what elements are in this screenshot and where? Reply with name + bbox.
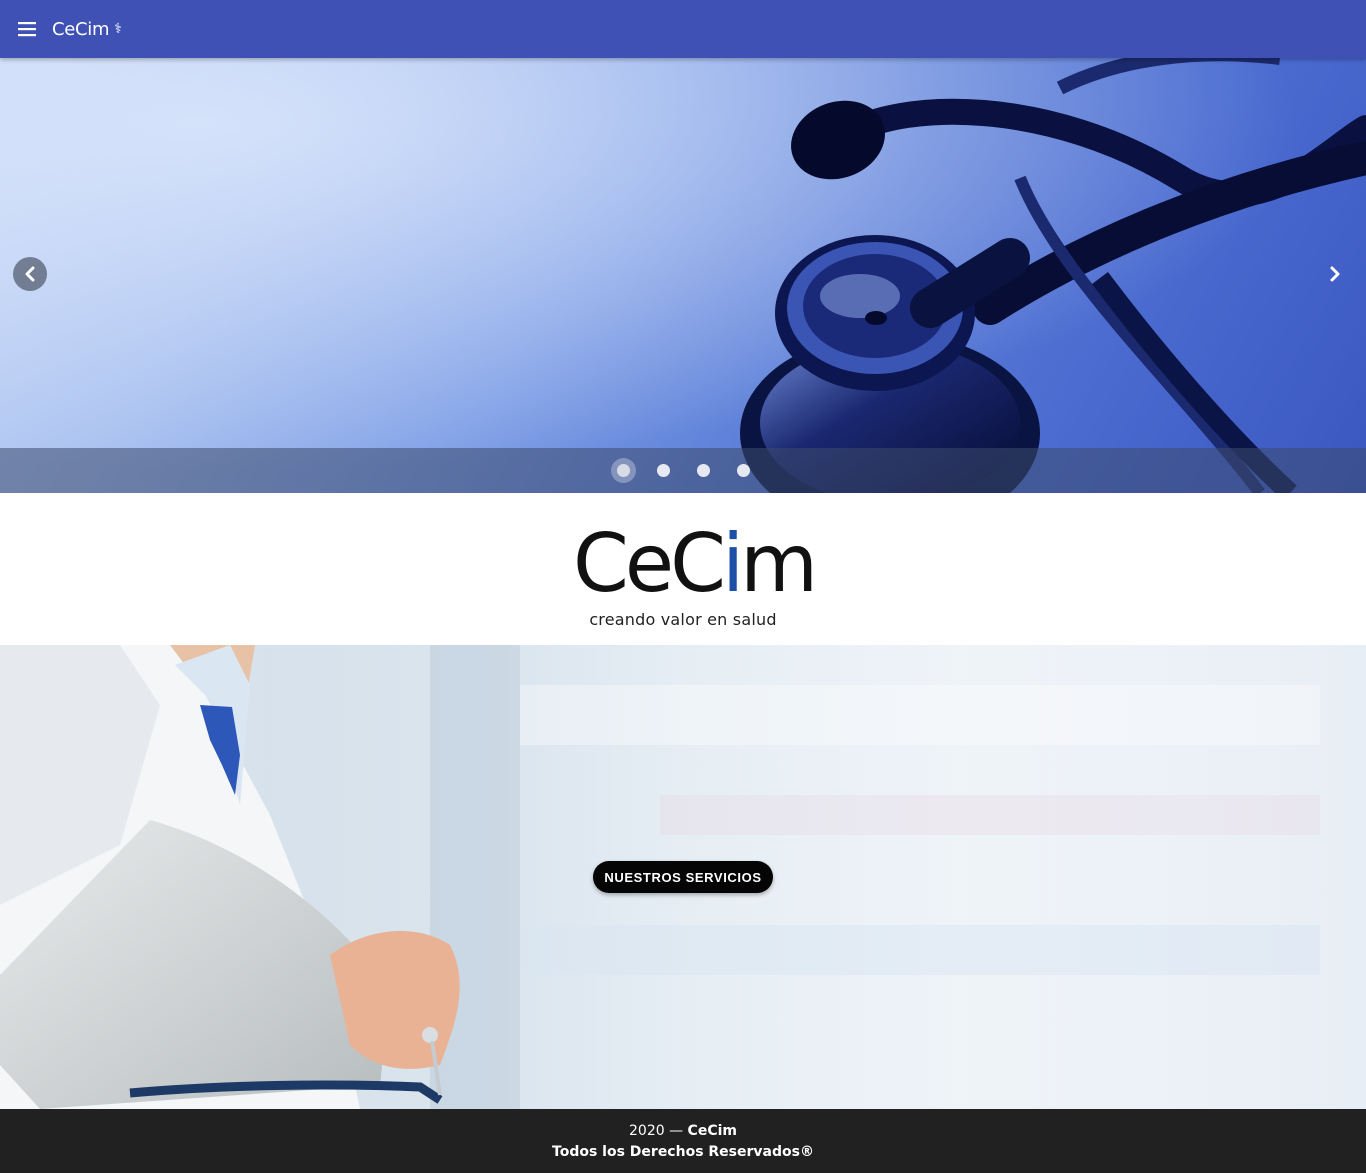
carousel-dot-1[interactable]	[603, 448, 643, 493]
our-services-button[interactable]: NUESTROS SERVICIOS	[593, 861, 773, 893]
logo-word-part1: CeC	[573, 517, 726, 610]
app-title-text: CeCim	[52, 18, 110, 40]
carousel-prev-button[interactable]	[13, 257, 47, 291]
dot-icon	[736, 464, 750, 477]
dot-icon	[656, 464, 670, 477]
carousel-dot-4[interactable]	[723, 448, 763, 493]
logo-section: CeCim creando valor en salud	[0, 493, 1366, 645]
carousel-dot-2[interactable]	[643, 448, 683, 493]
menu-icon	[18, 22, 36, 37]
logo-word-part3: m	[740, 517, 818, 610]
logo-tagline: creando valor en salud	[589, 610, 777, 629]
image-carousel	[0, 58, 1366, 493]
cecim-logo: CeCim creando valor en salud	[573, 514, 818, 629]
footer: 2020 — CeCim Todos los Derechos Reservad…	[0, 1109, 1366, 1173]
stethoscope-image	[0, 58, 1366, 493]
logo-word-accent: i	[721, 517, 744, 610]
carousel-dot-3[interactable]	[683, 448, 723, 493]
app-title[interactable]: CeCim ⚕	[52, 19, 122, 40]
hero-section: NUESTROS SERVICIOS	[0, 645, 1366, 1109]
carousel-next-button[interactable]	[1318, 257, 1352, 291]
dot-icon	[616, 464, 630, 477]
carousel-indicators	[0, 448, 1366, 493]
footer-rights: Todos los Derechos Reservados®	[552, 1144, 814, 1160]
footer-year: 2020 —	[629, 1123, 688, 1139]
footer-copyright: 2020 — CeCim	[0, 1121, 1366, 1141]
chevron-right-icon	[1330, 266, 1340, 282]
menu-button[interactable]	[0, 0, 52, 58]
logo-wordmark: CeCim	[573, 514, 818, 614]
app-bar: CeCim ⚕	[0, 0, 1366, 58]
dot-icon	[696, 464, 710, 477]
caduceus-icon: ⚕	[114, 21, 122, 37]
chevron-left-icon	[25, 266, 35, 282]
footer-brand: CeCim	[687, 1123, 737, 1139]
